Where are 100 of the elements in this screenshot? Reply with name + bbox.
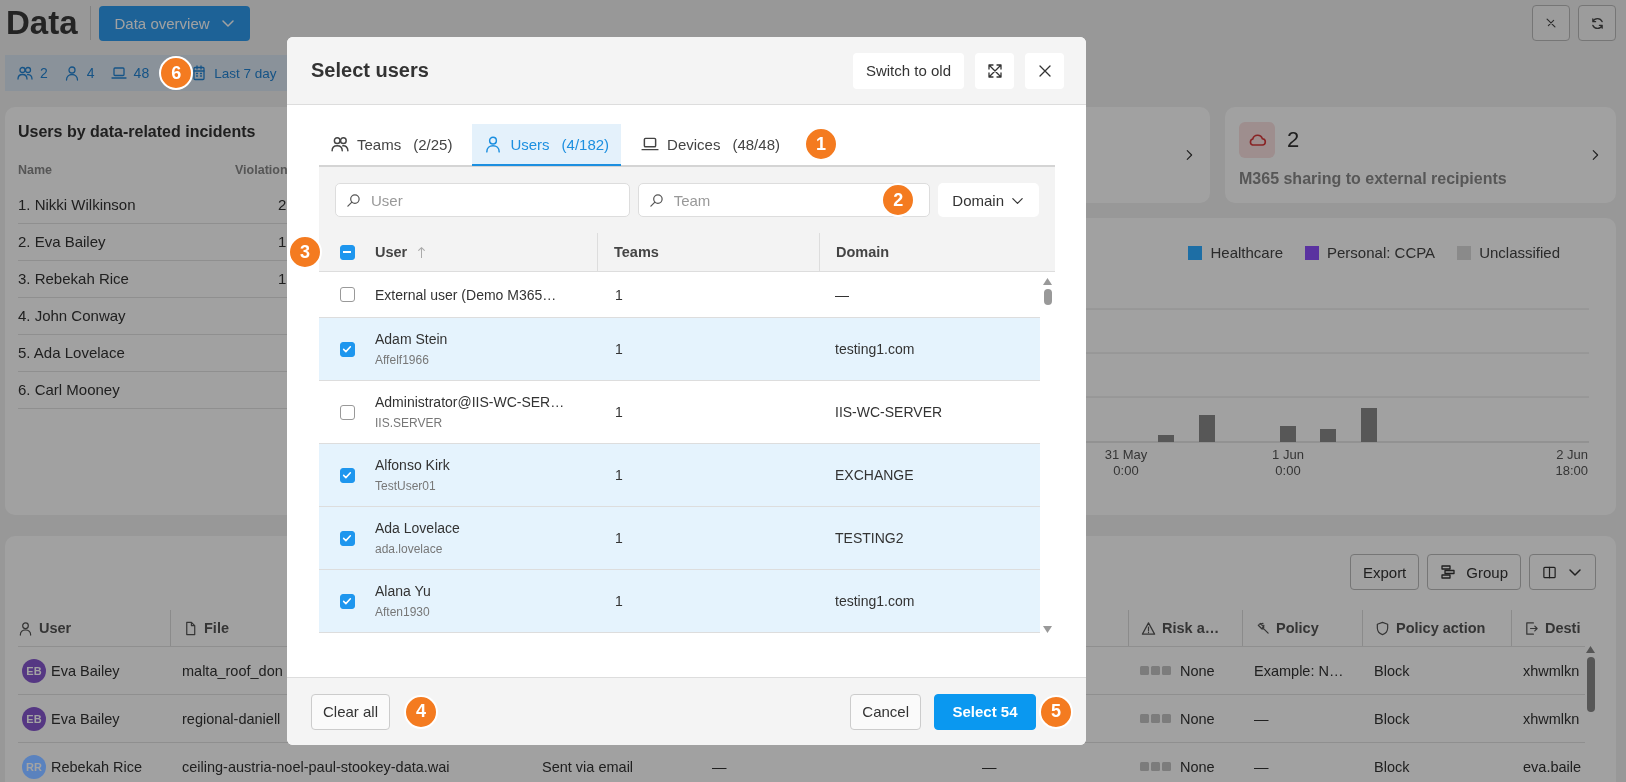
people-icon — [17, 65, 33, 81]
check-icon — [341, 469, 353, 481]
risk-level-icon — [1140, 665, 1172, 676]
person-icon — [18, 620, 33, 636]
cross-icon — [1544, 16, 1558, 30]
check-icon — [341, 532, 353, 544]
column-header[interactable]: Teams — [597, 233, 819, 271]
refresh-button[interactable] — [1578, 5, 1616, 41]
switch-button[interactable]: Switch to old — [852, 52, 964, 89]
legend-label: Unclassified — [1479, 244, 1560, 261]
filter-chip[interactable]: 2 — [17, 65, 48, 81]
user-name: 1. Nikki Wilkinson — [18, 196, 136, 213]
cancel-button[interactable]: Cancel — [850, 693, 921, 730]
domain-name: TESTING2 — [835, 530, 904, 546]
domain-name: — — [835, 286, 849, 303]
row-checkbox[interactable] — [339, 341, 355, 357]
user-name: Ada Lovelace — [375, 520, 460, 536]
select-button[interactable]: Select 54 — [934, 693, 1036, 730]
people-icon — [331, 135, 349, 153]
table-cell: Block — [1374, 662, 1410, 679]
row-checkbox[interactable] — [339, 467, 355, 483]
filter-chip[interactable]: 48 — [110, 65, 150, 81]
column-header[interactable]: Policy — [1242, 610, 1362, 646]
scroll-down-icon[interactable] — [1043, 626, 1052, 633]
axis-label: 18:00 — [1555, 463, 1588, 478]
table-cell: — — [1254, 710, 1269, 727]
risk-value: None — [1180, 662, 1215, 679]
person-icon — [484, 135, 503, 153]
tab[interactable]: Devices (48/48) — [629, 124, 792, 166]
dash-icon — [343, 251, 351, 253]
domain-dropdown[interactable]: Domain — [938, 183, 1039, 217]
callout-badge: 2 — [881, 183, 916, 217]
column-header[interactable]: Policy action — [1362, 610, 1511, 646]
close-button[interactable] — [1025, 52, 1064, 89]
team-count: 1 — [615, 404, 623, 420]
collapse-button[interactable] — [1532, 5, 1570, 41]
tab[interactable]: Users (4/182) — [472, 124, 622, 166]
expand-button[interactable] — [975, 52, 1014, 89]
warning-icon — [1141, 620, 1156, 636]
violation-count: 1 — [278, 270, 287, 287]
domain-name: testing1.com — [835, 341, 915, 357]
column-header[interactable]: User — [375, 233, 597, 271]
risk-level-icon — [1140, 713, 1172, 724]
filter-chip[interactable]: 4 — [63, 65, 95, 81]
columns-icon — [1542, 564, 1557, 580]
exit-icon — [1524, 620, 1539, 636]
scrollbar-thumb[interactable] — [1043, 289, 1052, 305]
select-all-checkbox[interactable] — [339, 244, 355, 260]
avatar: RR — [22, 754, 46, 779]
laptop-icon — [110, 65, 127, 81]
legend-label: Personal: CCPA — [1327, 244, 1436, 261]
avatar: EB — [22, 658, 46, 683]
axis-label: 2 Jun — [1556, 447, 1588, 462]
group-button[interactable]: Group — [1427, 554, 1521, 590]
user-login: ada.lovelace — [375, 542, 443, 556]
scrollbar-thumb[interactable] — [1586, 657, 1595, 712]
user-name: Alana Yu — [375, 583, 431, 599]
stat-value: 2 — [1287, 127, 1300, 153]
row-checkbox[interactable] — [339, 287, 355, 302]
columns-button[interactable] — [1529, 554, 1596, 590]
row-checkbox[interactable] — [339, 530, 355, 546]
user-name: External user (Demo M365… — [375, 286, 557, 303]
axis-label: 0:00 — [1113, 463, 1139, 478]
row-checkbox[interactable] — [339, 404, 355, 420]
filter-chip[interactable]: Last 7 day — [191, 65, 277, 81]
column-header[interactable]: User — [18, 610, 170, 646]
column-header[interactable]: Risk a… — [1128, 610, 1242, 646]
user-login: IIS.SERVER — [375, 416, 443, 430]
table-cell: ceiling-austria-noel-paul-stookey-data.wai — [182, 758, 450, 775]
team-count: 1 — [615, 593, 623, 609]
violation-count: 1 — [278, 233, 287, 250]
user-name: Rebekah Rice — [51, 758, 143, 775]
callout-badge: 5 — [1039, 694, 1073, 729]
column-header[interactable]: Desti — [1511, 610, 1585, 646]
scroll-up-icon[interactable] — [1043, 278, 1052, 285]
domain-name: EXCHANGE — [835, 467, 914, 483]
scroll-up-icon[interactable] — [1586, 646, 1595, 653]
column-header[interactable]: Domain — [819, 233, 1055, 271]
view-dropdown[interactable]: Data overview — [98, 5, 250, 41]
table-cell: malta_roof_don — [182, 662, 283, 679]
column-header: Name — [18, 163, 54, 179]
shield-icon — [1375, 620, 1390, 636]
user-name: Eva Bailey — [51, 710, 120, 727]
row-checkbox[interactable] — [339, 593, 355, 609]
user-name: 3. Rebekah Rice — [18, 270, 129, 287]
tab[interactable]: Teams (2/25) — [319, 124, 465, 166]
user-name: 2. Eva Bailey — [18, 233, 106, 250]
search-icon — [346, 192, 361, 208]
avatar: EB — [22, 706, 46, 731]
user-name: Adam Stein — [375, 331, 448, 347]
table-cell: — — [712, 758, 727, 775]
search-input[interactable]: User — [369, 190, 619, 210]
search-field[interactable]: Team 2 — [637, 183, 931, 217]
export-button[interactable]: Export — [1349, 554, 1420, 590]
user-login: Affelf1966 — [375, 353, 429, 367]
card-title: Users by data-related incidents — [18, 122, 257, 142]
stat-card[interactable]: 2 M365 sharing to external recipients — [1225, 107, 1616, 203]
search-field[interactable]: User — [335, 183, 630, 217]
clear-all-button[interactable]: Clear all — [311, 693, 391, 730]
chart-bar — [1280, 426, 1296, 442]
